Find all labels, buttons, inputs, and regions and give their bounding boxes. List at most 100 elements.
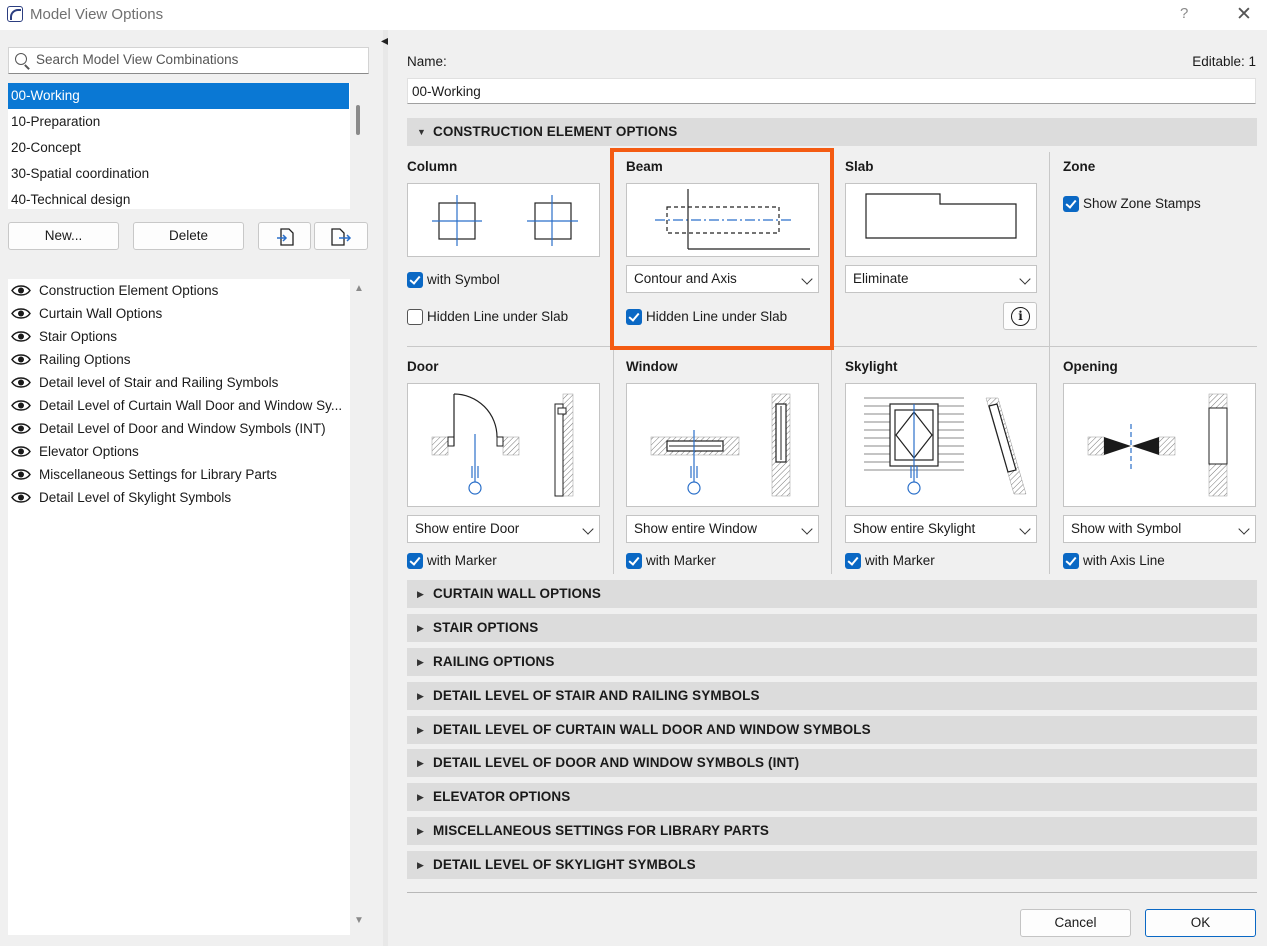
option-list-item[interactable]: Detail level of Stair and Railing Symbol…	[8, 371, 348, 394]
skylight-display-dropdown[interactable]: Show entire Skylight	[845, 515, 1037, 543]
option-list-item[interactable]: Stair Options	[8, 325, 348, 348]
chevron-down-icon	[1238, 523, 1250, 535]
option-label: Elevator Options	[39, 444, 139, 459]
option-list-item[interactable]: Detail Level of Curtain Wall Door and Wi…	[8, 394, 348, 417]
eye-icon[interactable]	[11, 354, 31, 365]
editable-label: Editable: 1	[1192, 54, 1256, 69]
section-title: DETAIL LEVEL OF SKYLIGHT SYMBOLS	[433, 857, 696, 872]
door-title: Door	[407, 359, 439, 374]
zone-show-stamps-checkbox[interactable]: Show Zone Stamps	[1063, 195, 1201, 213]
eye-icon[interactable]	[11, 446, 31, 457]
beam-highlight-frame	[610, 148, 834, 350]
name-field[interactable]: 00-Working	[407, 78, 1256, 104]
combination-item[interactable]: 10-Preparation	[8, 109, 350, 135]
option-label: Curtain Wall Options	[39, 306, 163, 321]
eye-icon[interactable]	[11, 469, 31, 480]
chevron-down-icon	[1019, 273, 1031, 285]
option-list-item[interactable]: Detail Level of Skylight Symbols	[8, 486, 348, 509]
option-label: Detail Level of Door and Window Symbols …	[39, 421, 326, 436]
divider	[407, 892, 1257, 893]
collapsed-section-header[interactable]: ▶ DETAIL LEVEL OF CURTAIN WALL DOOR AND W…	[407, 716, 1257, 744]
section-title: CONSTRUCTION ELEMENT OPTIONS	[433, 124, 678, 139]
option-list-item[interactable]: Elevator Options	[8, 440, 348, 463]
collapsed-section-header[interactable]: ▶ RAILING OPTIONS	[407, 648, 1257, 676]
options-list: Construction Element Options Curtain Wall…	[8, 279, 350, 935]
search-input[interactable]	[36, 52, 356, 67]
door-preview	[407, 383, 600, 507]
new-button[interactable]: New...	[8, 222, 119, 250]
column-with-symbol-checkbox[interactable]: with Symbol	[407, 271, 500, 289]
checkbox-checked-icon	[407, 272, 423, 288]
collapsed-arrow-icon: ▶	[417, 691, 425, 701]
collapsed-section-header[interactable]: ▶ DETAIL LEVEL OF SKYLIGHT SYMBOLS	[407, 851, 1257, 879]
delete-button[interactable]: Delete	[133, 222, 244, 250]
skylight-with-marker-checkbox[interactable]: with Marker	[845, 552, 935, 570]
collapsed-section-header[interactable]: ▶ ELEVATOR OPTIONS	[407, 783, 1257, 811]
skylight-title: Skylight	[845, 359, 898, 374]
combination-item[interactable]: 40-Technical design	[8, 187, 350, 209]
opening-with-axis-line-checkbox[interactable]: with Axis Line	[1063, 552, 1165, 570]
collapsed-section-header[interactable]: ▶ DETAIL LEVEL OF STAIR AND RAILING SYMBO…	[407, 682, 1257, 710]
collapsed-section-header[interactable]: ▶ MISCELLANEOUS SETTINGS FOR LIBRARY PART…	[407, 817, 1257, 845]
collapsed-arrow-icon: ▶	[417, 826, 425, 836]
collapsed-arrow-icon: ▶	[417, 623, 425, 633]
checkbox-label: with Marker	[646, 553, 716, 568]
section-construction-element-options[interactable]: ▼ CONSTRUCTION ELEMENT OPTIONS	[407, 118, 1257, 146]
column-hidden-line-checkbox[interactable]: Hidden Line under Slab	[407, 308, 568, 326]
option-list-item[interactable]: Railing Options	[8, 348, 348, 371]
eye-icon[interactable]	[11, 492, 31, 503]
eye-icon[interactable]	[11, 400, 31, 411]
eye-icon[interactable]	[11, 308, 31, 319]
door-display-dropdown[interactable]: Show entire Door	[407, 515, 600, 543]
collapsed-section-header[interactable]: ▶ STAIR OPTIONS	[407, 614, 1257, 642]
checkbox-label: with Axis Line	[1083, 553, 1165, 568]
close-icon[interactable]: ✕	[1236, 3, 1252, 26]
section-title: RAILING OPTIONS	[433, 654, 555, 669]
window-with-marker-checkbox[interactable]: with Marker	[626, 552, 716, 570]
opening-display-dropdown[interactable]: Show with Symbol	[1063, 515, 1256, 543]
eye-icon[interactable]	[11, 331, 31, 342]
option-list-item[interactable]: Curtain Wall Options	[8, 302, 348, 325]
collapsed-section-header[interactable]: ▶ DETAIL LEVEL OF DOOR AND WINDOW SYMBOLS…	[407, 749, 1257, 777]
dropdown-value: Show with Symbol	[1071, 521, 1182, 536]
slab-display-dropdown[interactable]: Eliminate	[845, 265, 1037, 293]
info-icon: i	[1011, 307, 1030, 326]
collapsed-arrow-icon: ▶	[417, 860, 425, 870]
collapsed-arrow-icon: ▶	[417, 725, 425, 735]
cancel-button[interactable]: Cancel	[1020, 909, 1131, 937]
option-label: Miscellaneous Settings for Library Parts	[39, 467, 277, 482]
scroll-up-icon[interactable]: ▲	[354, 283, 364, 294]
option-label: Detail level of Stair and Railing Symbol…	[39, 375, 279, 390]
section-title: CURTAIN WALL OPTIONS	[433, 586, 601, 601]
option-label: Stair Options	[39, 329, 118, 344]
ok-button[interactable]: OK	[1145, 909, 1256, 937]
section-title: DETAIL LEVEL OF DOOR AND WINDOW SYMBOLS …	[433, 755, 800, 770]
combination-item[interactable]: 20-Concept	[8, 135, 350, 161]
option-list-item[interactable]: Miscellaneous Settings for Library Parts	[8, 463, 348, 486]
import-button[interactable]	[258, 222, 311, 250]
window-display-dropdown[interactable]: Show entire Window	[626, 515, 819, 543]
eye-icon[interactable]	[11, 423, 31, 434]
section-title: DETAIL LEVEL OF STAIR AND RAILING SYMBOL…	[433, 688, 760, 703]
collapsed-section-header[interactable]: ▶ CURTAIN WALL OPTIONS	[407, 580, 1257, 608]
checkbox-label: Hidden Line under Slab	[427, 309, 569, 324]
door-with-marker-checkbox[interactable]: with Marker	[407, 552, 497, 570]
option-list-item[interactable]: Detail Level of Door and Window Symbols …	[8, 417, 348, 440]
scroll-down-icon[interactable]: ▼	[354, 915, 364, 926]
export-button[interactable]	[314, 222, 368, 250]
slab-info-button[interactable]: i	[1003, 302, 1037, 330]
checkbox-checked-icon	[845, 553, 861, 569]
checkbox-label: with Marker	[427, 553, 497, 568]
dropdown-value: Eliminate	[853, 271, 909, 286]
combination-scrollbar[interactable]	[356, 105, 360, 135]
option-list-item[interactable]: Construction Element Options	[8, 279, 348, 302]
help-button[interactable]: ?	[1180, 5, 1188, 22]
right-panel: Name: Editable: 1 00-Working ▼ CONSTRUCT…	[388, 30, 1267, 946]
search-box[interactable]	[8, 47, 369, 74]
combination-item[interactable]: 30-Spatial coordination	[8, 161, 350, 187]
combination-item[interactable]: 00-Working	[8, 83, 349, 109]
export-icon	[331, 228, 352, 246]
collapsed-arrow-icon: ▶	[417, 758, 425, 768]
eye-icon[interactable]	[11, 377, 31, 388]
eye-icon[interactable]	[11, 285, 31, 296]
